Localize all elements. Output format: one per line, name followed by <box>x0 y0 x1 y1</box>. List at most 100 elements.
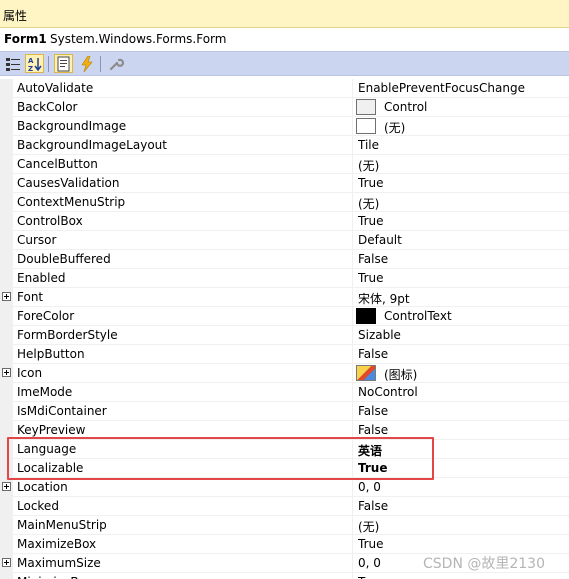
property-name: BackColor <box>17 100 78 114</box>
property-value[interactable]: 0, 0 <box>358 556 381 570</box>
events-button[interactable] <box>77 54 96 73</box>
property-row[interactable]: FormBorderStyle Sizable <box>0 326 569 345</box>
expand-plus-icon[interactable] <box>2 558 11 567</box>
property-name: DoubleBuffered <box>17 252 111 266</box>
property-row[interactable]: ControlBox True <box>0 212 569 231</box>
property-row[interactable]: Enabled True <box>0 269 569 288</box>
expand-plus-icon[interactable] <box>2 368 11 377</box>
row-margin <box>0 573 13 579</box>
property-row[interactable]: Font 宋体, 9pt <box>0 288 569 307</box>
row-margin <box>0 98 13 117</box>
property-name: ImeMode <box>17 385 73 399</box>
events-lightning-icon <box>80 55 93 72</box>
row-margin <box>0 307 13 326</box>
property-name: MainMenuStrip <box>17 518 107 532</box>
highlight-box <box>7 437 434 480</box>
property-pages-button[interactable] <box>106 54 125 73</box>
property-value[interactable]: (无) <box>358 518 379 535</box>
property-value[interactable]: EnablePreventFocusChange <box>358 81 525 95</box>
property-value[interactable]: True <box>358 537 384 551</box>
properties-icon <box>57 56 69 71</box>
property-value[interactable]: Tile <box>358 138 379 152</box>
property-row[interactable]: MainMenuStrip (无) <box>0 516 569 535</box>
property-row[interactable]: ForeColor ControlText <box>0 307 569 326</box>
properties-button[interactable] <box>54 54 73 73</box>
row-margin <box>0 402 13 421</box>
categorized-icon <box>5 57 20 71</box>
property-value[interactable]: True <box>358 271 384 285</box>
properties-toolbar: A Z <box>0 51 569 76</box>
property-row[interactable]: BackgroundImage (无) <box>0 117 569 136</box>
property-row[interactable]: IsMdiContainer False <box>0 402 569 421</box>
row-margin <box>0 212 13 231</box>
property-name: ControlBox <box>17 214 83 228</box>
property-name: CausesValidation <box>17 176 120 190</box>
svg-text:A: A <box>28 57 34 65</box>
object-selector[interactable]: Form1 System.Windows.Forms.Form <box>0 28 569 50</box>
property-value[interactable]: ControlText <box>384 309 452 323</box>
property-row[interactable]: BackColor Control <box>0 98 569 117</box>
object-type: System.Windows.Forms.Form <box>50 32 227 46</box>
row-margin <box>0 345 13 364</box>
property-row[interactable]: Location 0, 0 <box>0 478 569 497</box>
property-value[interactable]: True <box>358 176 384 190</box>
watermark: CSDN @故里2130 <box>423 556 545 572</box>
property-value[interactable]: (无) <box>384 119 405 136</box>
property-value[interactable]: False <box>358 404 388 418</box>
property-value[interactable]: Default <box>358 233 402 247</box>
property-name: IsMdiContainer <box>17 404 107 418</box>
row-margin <box>0 383 13 402</box>
alphabetical-button[interactable]: A Z <box>25 54 44 73</box>
property-row[interactable]: BackgroundImageLayout Tile <box>0 136 569 155</box>
property-value[interactable]: 0, 0 <box>358 480 381 494</box>
row-margin <box>0 117 13 136</box>
panel-title: 属性 <box>3 9 28 23</box>
property-row[interactable]: Icon (图标) <box>0 364 569 383</box>
property-row[interactable]: AutoValidate EnablePreventFocusChange <box>0 79 569 98</box>
property-value[interactable]: (无) <box>358 195 379 212</box>
row-margin <box>0 326 13 345</box>
property-name: ContextMenuStrip <box>17 195 126 209</box>
property-row[interactable]: Locked False <box>0 497 569 516</box>
property-row[interactable]: DoubleBuffered False <box>0 250 569 269</box>
property-value[interactable]: Sizable <box>358 328 401 342</box>
property-row[interactable]: Cursor Default <box>0 231 569 250</box>
property-value[interactable]: False <box>358 499 388 513</box>
row-margin <box>0 136 13 155</box>
property-name: BackgroundImage <box>17 119 127 133</box>
property-value[interactable]: NoControl <box>358 385 418 399</box>
property-value[interactable]: False <box>358 347 388 361</box>
property-row[interactable]: MinimizeBox True <box>0 573 569 579</box>
property-name: MaximumSize <box>17 556 101 570</box>
property-name: MinimizeBox <box>17 575 93 579</box>
property-value[interactable]: (图标) <box>384 366 417 383</box>
property-name: Locked <box>17 499 59 513</box>
icon-preview-icon <box>356 365 376 381</box>
property-name: KeyPreview <box>17 423 86 437</box>
row-margin <box>0 516 13 535</box>
property-row[interactable]: ContextMenuStrip (无) <box>0 193 569 212</box>
row-margin <box>0 231 13 250</box>
property-row[interactable]: CausesValidation True <box>0 174 569 193</box>
row-margin <box>0 269 13 288</box>
property-pages-wrench-icon <box>109 58 124 70</box>
expand-plus-icon[interactable] <box>2 482 11 491</box>
property-value[interactable]: True <box>358 214 384 228</box>
property-value[interactable]: (无) <box>358 157 379 174</box>
property-value[interactable]: True <box>358 575 384 579</box>
property-value[interactable]: False <box>358 252 388 266</box>
property-name: Cursor <box>17 233 57 247</box>
alphabetical-sort-icon: A Z <box>28 57 42 72</box>
color-swatch <box>356 308 376 324</box>
property-row[interactable]: ImeMode NoControl <box>0 383 569 402</box>
property-value[interactable]: False <box>358 423 388 437</box>
property-row[interactable]: MaximizeBox True <box>0 535 569 554</box>
property-name: CancelButton <box>17 157 98 171</box>
property-row[interactable]: HelpButton False <box>0 345 569 364</box>
categorized-button[interactable] <box>3 54 22 73</box>
expand-plus-icon[interactable] <box>2 292 11 301</box>
row-margin <box>0 497 13 516</box>
property-row[interactable]: CancelButton (无) <box>0 155 569 174</box>
property-value[interactable]: Control <box>384 100 427 114</box>
property-value[interactable]: 宋体, 9pt <box>358 290 410 307</box>
